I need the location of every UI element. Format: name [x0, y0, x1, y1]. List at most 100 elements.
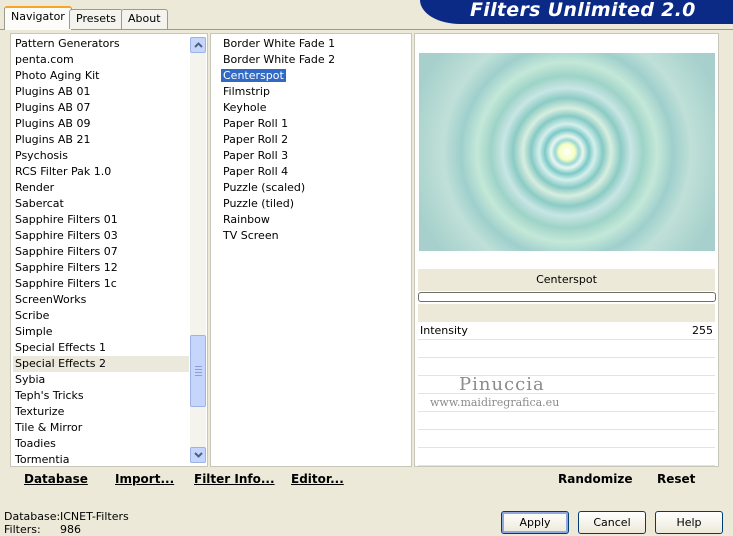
filter-item-label: Paper Roll 1 — [223, 117, 289, 130]
scroll-up-button[interactable] — [190, 37, 206, 53]
category-list-panel: Pattern Generators penta.com Photo Aging K… — [10, 33, 208, 467]
filter-item-label: Paper Roll 4 — [223, 165, 289, 178]
cancel-button[interactable]: Cancel — [578, 511, 646, 534]
apply-button[interactable]: Apply — [501, 511, 569, 534]
category-item[interactable]: Texturize — [13, 404, 189, 420]
status-filters-value: 986 — [60, 523, 81, 536]
category-item-label: Plugins AB 09 — [15, 117, 91, 130]
import-button[interactable]: Import... — [115, 472, 174, 486]
category-item-label: Special Effects 1 — [15, 341, 107, 354]
filter-list-panel: Border White Fade 1 Border White Fade 2 Ce… — [210, 33, 412, 467]
category-item[interactable]: Tile & Mirror — [13, 420, 189, 436]
category-item-label: Special Effects 2 — [15, 357, 107, 370]
filter-item[interactable]: Paper Roll 4 — [221, 164, 401, 180]
category-item-label: RCS Filter Pak 1.0 — [15, 165, 112, 178]
category-item[interactable]: Plugins AB 07 — [13, 100, 189, 116]
help-button[interactable]: Help — [655, 511, 723, 534]
category-item[interactable]: Sybia — [13, 372, 189, 388]
category-item[interactable]: Plugins AB 01 — [13, 84, 189, 100]
tab-divider — [0, 29, 733, 30]
grip-icon — [195, 366, 202, 378]
category-item[interactable]: Sapphire Filters 03 — [13, 228, 189, 244]
filter-item[interactable]: Centerspot — [221, 68, 401, 84]
filter-item-label: Puzzle (tiled) — [223, 197, 295, 210]
chevron-up-icon — [193, 42, 203, 48]
category-item[interactable]: Sapphire Filters 07 — [13, 244, 189, 260]
category-item[interactable]: ScreenWorks — [13, 292, 189, 308]
category-item[interactable]: Render — [13, 180, 189, 196]
filter-name-label: Centerspot — [418, 269, 715, 291]
category-item[interactable]: Simple — [13, 324, 189, 340]
scroll-thumb[interactable] — [190, 335, 206, 407]
category-item-label: Texturize — [15, 405, 65, 418]
category-item[interactable]: Sapphire Filters 01 — [13, 212, 189, 228]
category-item[interactable]: Plugins AB 21 — [13, 132, 189, 148]
category-item-label: Toadies — [15, 437, 56, 450]
status-database-label: Database: — [4, 510, 61, 523]
category-item[interactable]: Teph's Tricks — [13, 388, 189, 404]
randomize-button[interactable]: Randomize — [558, 472, 632, 486]
filter-item[interactable]: Border White Fade 2 — [221, 52, 401, 68]
param-row-empty — [418, 412, 715, 430]
filter-list: Border White Fade 1 Border White Fade 2 Ce… — [221, 36, 401, 244]
filter-item[interactable]: Filmstrip — [221, 84, 401, 100]
category-item[interactable]: Special Effects 1 — [13, 340, 189, 356]
category-item-label: Scribe — [15, 309, 50, 322]
filter-item[interactable]: Keyhole — [221, 100, 401, 116]
category-item[interactable]: Sapphire Filters 12 — [13, 260, 189, 276]
title-banner-text: Filters Unlimited 2.0 — [470, 0, 696, 21]
category-item[interactable]: Plugins AB 09 — [13, 116, 189, 132]
category-scrollbar[interactable] — [190, 37, 206, 463]
status-database: Database: ICNET-Filters — [4, 510, 129, 523]
tab-about[interactable]: About — [121, 9, 168, 29]
tab-presets[interactable]: Presets — [69, 9, 124, 29]
filter-item[interactable]: Puzzle (tiled) — [221, 196, 401, 212]
param-row-empty — [418, 448, 715, 466]
category-item-label: Plugins AB 01 — [15, 85, 91, 98]
filter-item-label: Rainbow — [223, 213, 270, 226]
category-item[interactable]: Photo Aging Kit — [13, 68, 189, 84]
category-item-label: penta.com — [15, 53, 74, 66]
filter-item-label: TV Screen — [223, 229, 279, 242]
param-value: 255 — [692, 324, 713, 337]
param-row-intensity[interactable]: Intensity 255 — [418, 322, 715, 340]
category-item-label: Photo Aging Kit — [15, 69, 100, 82]
reset-button[interactable]: Reset — [657, 472, 695, 486]
filter-item[interactable]: Paper Roll 2 — [221, 132, 401, 148]
category-item[interactable]: Sapphire Filters 1c — [13, 276, 189, 292]
category-item[interactable]: Scribe — [13, 308, 189, 324]
filter-item-label: Keyhole — [223, 101, 267, 114]
watermark-url: www.maidiregrafica.eu — [430, 396, 560, 409]
filter-info-button[interactable]: Filter Info... — [194, 472, 275, 486]
category-item-label: Plugins AB 07 — [15, 101, 91, 114]
database-button[interactable]: Database — [24, 472, 88, 486]
category-list: Pattern Generators penta.com Photo Aging K… — [13, 36, 189, 468]
filter-item[interactable]: Puzzle (scaled) — [221, 180, 401, 196]
category-item[interactable]: RCS Filter Pak 1.0 — [13, 164, 189, 180]
editor-button[interactable]: Editor... — [291, 472, 344, 486]
param-row-empty — [418, 430, 715, 448]
filter-item[interactable]: Border White Fade 1 — [221, 36, 401, 52]
category-item-label: Render — [15, 181, 55, 194]
category-item-label: Pattern Generators — [15, 37, 120, 50]
category-item[interactable]: Special Effects 2 — [13, 356, 189, 372]
category-item[interactable]: Pattern Generators — [13, 36, 189, 52]
filter-item[interactable]: TV Screen — [221, 228, 401, 244]
param-spacer — [418, 304, 715, 322]
category-item[interactable]: penta.com — [13, 52, 189, 68]
tab-navigator[interactable]: Navigator — [4, 6, 72, 30]
scroll-down-button[interactable] — [190, 447, 206, 463]
category-item[interactable]: Tormentia — [13, 452, 189, 468]
category-item-label: Tile & Mirror — [15, 421, 83, 434]
category-item-label: Psychosis — [15, 149, 68, 162]
category-item-label: ScreenWorks — [15, 293, 87, 306]
filter-item-label: Border White Fade 2 — [223, 53, 336, 66]
filter-item[interactable]: Paper Roll 1 — [221, 116, 401, 132]
filter-item-label: Centerspot — [221, 69, 286, 82]
category-item[interactable]: Toadies — [13, 436, 189, 452]
category-item[interactable]: Sabercat — [13, 196, 189, 212]
filter-item[interactable]: Rainbow — [221, 212, 401, 228]
filter-item[interactable]: Paper Roll 3 — [221, 148, 401, 164]
category-item[interactable]: Psychosis — [13, 148, 189, 164]
category-item-label: Tormentia — [15, 453, 70, 466]
